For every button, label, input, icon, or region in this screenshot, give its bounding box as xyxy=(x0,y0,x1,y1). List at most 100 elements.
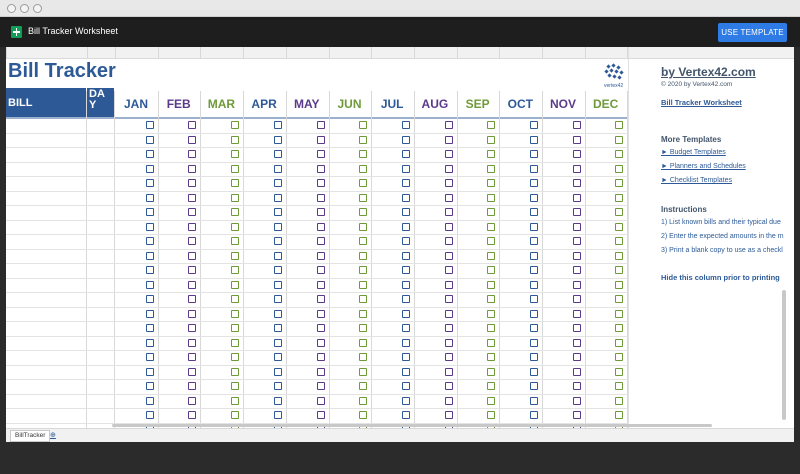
checkbox-jul[interactable] xyxy=(401,193,410,202)
checkbox-jul[interactable] xyxy=(401,164,410,173)
checkbox-jul[interactable] xyxy=(401,179,410,187)
checkbox-feb[interactable] xyxy=(188,411,197,419)
checkbox-feb[interactable] xyxy=(188,324,197,332)
checkbox-sep[interactable] xyxy=(487,135,496,144)
checkbox-feb[interactable] xyxy=(188,309,197,318)
checkbox-nov[interactable] xyxy=(572,295,581,303)
horizontal-scrollbar[interactable] xyxy=(112,424,712,427)
checkbox-apr[interactable] xyxy=(273,193,282,202)
checkbox-nov[interactable] xyxy=(572,367,581,376)
checkbox-sep[interactable] xyxy=(487,179,496,187)
checkbox-jul[interactable] xyxy=(401,237,410,245)
checkbox-oct[interactable] xyxy=(530,382,538,390)
checkbox-may[interactable] xyxy=(316,353,325,361)
checkbox-jun[interactable] xyxy=(359,324,368,332)
checkbox-jul[interactable] xyxy=(401,266,410,274)
checkbox-jul[interactable] xyxy=(401,121,410,129)
checkbox-sep[interactable] xyxy=(487,266,496,274)
checkbox-oct[interactable] xyxy=(530,193,538,202)
checkbox-jan[interactable] xyxy=(145,266,154,274)
close-window-icon[interactable] xyxy=(7,4,16,13)
checkbox-jul[interactable] xyxy=(401,353,410,361)
checkbox-jun[interactable] xyxy=(359,367,368,376)
checkbox-sep[interactable] xyxy=(487,164,496,173)
checkbox-sep[interactable] xyxy=(487,411,496,419)
checkbox-dec[interactable] xyxy=(615,208,624,216)
checkbox-mar[interactable] xyxy=(231,179,240,187)
checkbox-mar[interactable] xyxy=(231,208,240,216)
checkbox-jul[interactable] xyxy=(401,324,410,332)
checkbox-jun[interactable] xyxy=(359,353,368,361)
checkbox-aug[interactable] xyxy=(444,295,453,303)
checkbox-nov[interactable] xyxy=(572,382,581,390)
checkbox-jan[interactable] xyxy=(145,353,154,361)
checkbox-sep[interactable] xyxy=(487,295,496,303)
checkbox-jan[interactable] xyxy=(145,179,154,187)
checkbox-jan[interactable] xyxy=(145,251,154,260)
checkbox-jun[interactable] xyxy=(359,280,368,289)
checkbox-feb[interactable] xyxy=(188,121,197,129)
checkbox-apr[interactable] xyxy=(273,150,282,158)
checkbox-dec[interactable] xyxy=(615,295,624,303)
checkbox-may[interactable] xyxy=(316,367,325,376)
checkbox-aug[interactable] xyxy=(444,135,453,144)
checkbox-feb[interactable] xyxy=(188,266,197,274)
checkbox-may[interactable] xyxy=(316,179,325,187)
checkbox-feb[interactable] xyxy=(188,222,197,231)
checkbox-feb[interactable] xyxy=(188,353,197,361)
checkbox-may[interactable] xyxy=(316,208,325,216)
checkbox-dec[interactable] xyxy=(615,382,624,390)
vertex42-brand-link[interactable]: by Vertex42.com xyxy=(661,65,756,79)
checkbox-nov[interactable] xyxy=(572,353,581,361)
checkbox-aug[interactable] xyxy=(444,382,453,390)
checkbox-mar[interactable] xyxy=(231,338,240,347)
checkbox-jun[interactable] xyxy=(359,411,368,419)
checkbox-may[interactable] xyxy=(316,411,325,419)
checkbox-jul[interactable] xyxy=(401,222,410,231)
checkbox-mar[interactable] xyxy=(231,237,240,245)
checkbox-mar[interactable] xyxy=(231,135,240,144)
checkbox-jan[interactable] xyxy=(145,411,154,419)
checkbox-jun[interactable] xyxy=(359,382,368,390)
checkbox-dec[interactable] xyxy=(615,179,624,187)
checkbox-apr[interactable] xyxy=(273,280,282,289)
checkbox-aug[interactable] xyxy=(444,121,453,129)
checkbox-jan[interactable] xyxy=(145,121,154,129)
checkbox-aug[interactable] xyxy=(444,266,453,274)
checkbox-dec[interactable] xyxy=(615,193,624,202)
checkbox-jul[interactable] xyxy=(401,382,410,390)
checkbox-aug[interactable] xyxy=(444,150,453,158)
checkbox-may[interactable] xyxy=(316,396,325,405)
checkbox-feb[interactable] xyxy=(188,179,197,187)
checkbox-dec[interactable] xyxy=(615,324,624,332)
checkbox-jan[interactable] xyxy=(145,208,154,216)
checkbox-jul[interactable] xyxy=(401,396,410,405)
checkbox-jun[interactable] xyxy=(359,179,368,187)
checkbox-oct[interactable] xyxy=(530,135,538,144)
checkbox-apr[interactable] xyxy=(273,324,282,332)
bill-tracker-worksheet-link[interactable]: Bill Tracker Worksheet xyxy=(661,98,742,107)
checkbox-apr[interactable] xyxy=(273,208,282,216)
checkbox-jul[interactable] xyxy=(401,280,410,289)
checkbox-sep[interactable] xyxy=(487,280,496,289)
checkbox-may[interactable] xyxy=(316,237,325,245)
checkbox-apr[interactable] xyxy=(273,411,282,419)
checkbox-oct[interactable] xyxy=(530,179,538,187)
checkbox-nov[interactable] xyxy=(572,193,581,202)
checkbox-sep[interactable] xyxy=(487,121,496,129)
checkbox-aug[interactable] xyxy=(444,179,453,187)
checkbox-dec[interactable] xyxy=(615,121,624,129)
checkbox-jan[interactable] xyxy=(145,164,154,173)
checkbox-nov[interactable] xyxy=(572,266,581,274)
checkbox-feb[interactable] xyxy=(188,150,197,158)
checkbox-apr[interactable] xyxy=(273,396,282,405)
checkbox-sep[interactable] xyxy=(487,396,496,405)
checkbox-jul[interactable] xyxy=(401,251,410,260)
checkbox-jan[interactable] xyxy=(145,396,154,405)
checkbox-jul[interactable] xyxy=(401,309,410,318)
checkbox-apr[interactable] xyxy=(273,266,282,274)
checkbox-feb[interactable] xyxy=(188,338,197,347)
checkbox-dec[interactable] xyxy=(615,222,624,231)
checkbox-dec[interactable] xyxy=(615,251,624,260)
checkbox-feb[interactable] xyxy=(188,367,197,376)
